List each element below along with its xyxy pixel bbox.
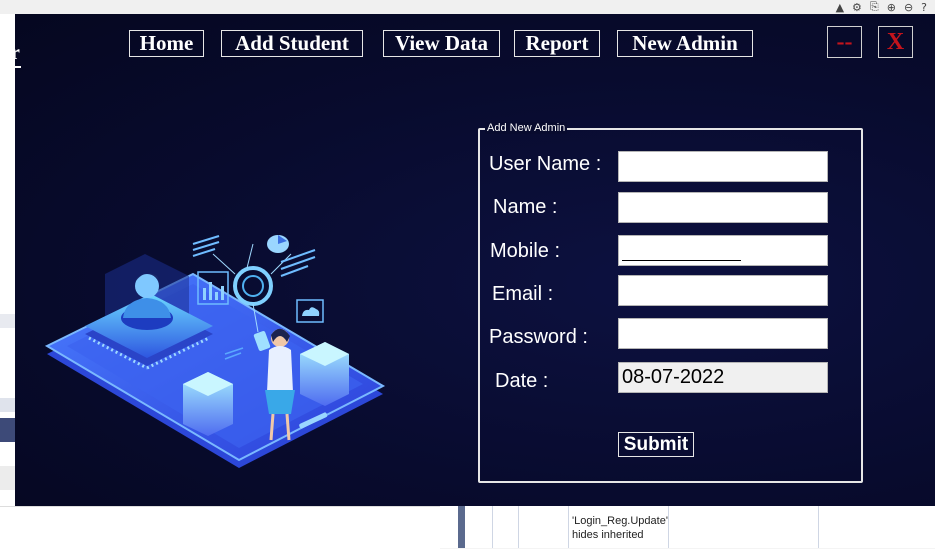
background-error-grid: 'Login_Reg.Update' hides inherited xyxy=(440,506,935,548)
add-new-admin-groupbox: Add New Admin User Name : Name : Mobile … xyxy=(478,122,863,483)
clipped-divider xyxy=(15,66,21,68)
data-center-illustration xyxy=(44,235,386,468)
background-ide-toolbar: ▲ ⚙ ⎘ ⊕ ⊖ ? xyxy=(750,0,935,14)
email-input[interactable] xyxy=(618,275,828,306)
submit-button[interactable]: Submit xyxy=(618,432,694,457)
nav-report-button[interactable]: Report xyxy=(514,30,600,57)
background-ide-bottom-panel xyxy=(0,506,440,549)
password-input[interactable] xyxy=(618,318,828,349)
mobile-masked-input[interactable] xyxy=(618,235,828,266)
minimize-button[interactable]: -- xyxy=(827,26,862,58)
clipped-label: or xyxy=(15,42,20,64)
date-field[interactable]: 08-07-2022 xyxy=(618,362,828,393)
email-label: Email : xyxy=(492,283,554,305)
nav-add-student-button[interactable]: Add Student xyxy=(221,30,363,57)
error-grid-cell: 'Login_Reg.Update' hides inherited xyxy=(572,515,668,541)
gear-icon[interactable]: ⚙ xyxy=(852,1,862,14)
nav-home-button[interactable]: Home xyxy=(129,30,204,57)
mobile-label: Mobile : xyxy=(490,240,561,262)
scroll-up-icon[interactable]: ▲ xyxy=(836,1,844,14)
help-icon[interactable]: ? xyxy=(921,1,927,14)
user-name-label: User Name : xyxy=(489,153,602,175)
mobile-mask-placeholder xyxy=(622,260,741,261)
groupbox-legend: Add New Admin xyxy=(485,122,568,134)
password-label: Password : xyxy=(489,326,588,348)
background-ide-left-panel xyxy=(0,14,15,548)
date-label: Date : xyxy=(495,370,549,392)
zoom-out-icon[interactable]: ⊖ xyxy=(904,1,913,14)
close-button[interactable]: X xyxy=(878,26,913,58)
name-input[interactable] xyxy=(618,192,828,223)
app-window: or Home Add Student View Data Report New… xyxy=(15,14,935,506)
export-icon[interactable]: ⎘ xyxy=(870,0,879,14)
user-name-input[interactable] xyxy=(618,151,828,182)
zoom-in-icon[interactable]: ⊕ xyxy=(887,1,896,14)
name-label: Name : xyxy=(493,196,558,218)
nav-new-admin-button[interactable]: New Admin xyxy=(617,30,753,57)
nav-view-data-button[interactable]: View Data xyxy=(383,30,500,57)
